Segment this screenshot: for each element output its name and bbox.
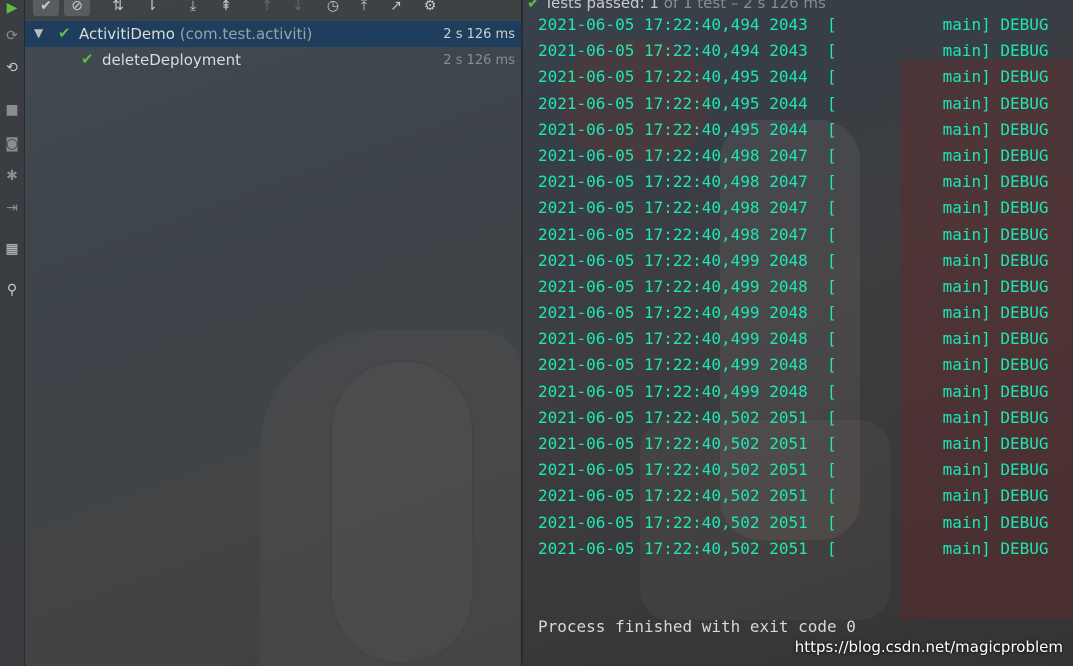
stop-icon[interactable]: ■ — [0, 98, 24, 122]
next-failed-icon[interactable]: ↓ — [285, 0, 311, 16]
log-line: 2021-06-05 17:22:40,498 2047 [ main] DEB… — [538, 172, 1049, 192]
log-line: 2021-06-05 17:22:40,502 2051 [ main] DEB… — [538, 460, 1049, 480]
test-toolbar: ✔ ⊘ ⇅ ⇂ ⤓ ⇞ ↑ ↓ ◷ ⤒ ↗ ⚙ — [25, 0, 521, 20]
status-detail: of 1 test – 2 s 126 ms — [663, 0, 826, 12]
show-passed-icon[interactable]: ✔ — [33, 0, 59, 16]
collapse-all-icon[interactable]: ⇞ — [213, 0, 239, 16]
passed-check-icon: ✔ — [81, 50, 94, 68]
log-lines: 2021-06-05 17:22:40,494 2043 [ main] DEB… — [538, 12, 1049, 562]
test-status: ✔ Tests passed: 1 of 1 test – 2 s 126 ms — [527, 0, 826, 12]
log-line: 2021-06-05 17:22:40,498 2047 [ main] DEB… — [538, 198, 1049, 218]
log-line: 2021-06-05 17:22:40,502 2051 [ main] DEB… — [538, 538, 1049, 558]
log-line: 2021-06-05 17:22:40,499 2048 [ main] DEB… — [538, 276, 1049, 296]
log-line: 2021-06-05 17:22:40,502 2051 [ main] DEB… — [538, 407, 1049, 427]
log-line: 2021-06-05 17:22:40,495 2044 [ main] DEB… — [538, 67, 1049, 87]
log-line: 2021-06-05 17:22:40,499 2048 [ main] DEB… — [538, 329, 1049, 349]
debug-icon[interactable]: ✱ — [0, 164, 24, 188]
passed-check-icon: ✔ — [58, 24, 71, 42]
sort-duration-icon[interactable]: ⇂ — [139, 0, 165, 16]
settings-icon[interactable]: ⚙ — [417, 0, 443, 16]
tree-row-test[interactable]: ✔ deleteDeployment 2 s 126 ms — [25, 47, 521, 73]
log-line: 2021-06-05 17:22:40,495 2044 [ main] DEB… — [538, 119, 1049, 139]
show-ignored-icon[interactable]: ⊘ — [64, 0, 90, 16]
log-line: 2021-06-05 17:22:40,502 2051 [ main] DEB… — [538, 434, 1049, 453]
exit-message: Process finished with exit code 0 — [538, 617, 856, 636]
test-duration: 2 s 126 ms — [443, 53, 515, 68]
watermark: https://blog.csdn.net/magicproblem — [794, 638, 1063, 656]
suite-name: ActivitiDemo — [79, 25, 175, 43]
log-line: 2021-06-05 17:22:40,499 2048 [ main] DEB… — [538, 303, 1049, 323]
status-count: 1 — [649, 0, 659, 12]
exit-icon[interactable]: ⇥ — [0, 196, 24, 220]
log-line: 2021-06-05 17:22:40,495 2044 [ main] DEB… — [538, 93, 1049, 113]
console-output[interactable]: 2021-06-05 17:22:40,494 2043 [ main] DEB… — [523, 0, 1073, 666]
log-line: 2021-06-05 17:22:40,498 2047 [ main] DEB… — [538, 145, 1049, 165]
suite-package: (com.test.activiti) — [179, 25, 313, 43]
log-line: 2021-06-05 17:22:40,494 2043 [ main] DEB… — [538, 15, 1049, 34]
status-check-icon: ✔ — [527, 0, 540, 12]
prev-failed-icon[interactable]: ↑ — [254, 0, 280, 16]
test-name: deleteDeployment — [102, 51, 242, 69]
expand-all-icon[interactable]: ⤓ — [180, 0, 206, 16]
camera-icon[interactable]: ◙ — [0, 132, 24, 156]
rerun-icon[interactable]: ▶ — [0, 0, 24, 20]
import-icon[interactable]: ⤒ — [351, 0, 377, 16]
log-line: 2021-06-05 17:22:40,499 2048 [ main] DEB… — [538, 355, 1049, 375]
log-line: 2021-06-05 17:22:40,499 2048 [ main] DEB… — [538, 381, 1049, 401]
collapse-arrow-icon[interactable]: ▼ — [34, 26, 43, 40]
suite-duration: 2 s 126 ms — [443, 27, 515, 42]
test-tree: ▼ ✔ ActivitiDemo (com.test.activiti) 2 s… — [25, 20, 521, 666]
pin-icon[interactable]: ⚲ — [0, 278, 24, 302]
left-tool-strip: ▶ ⟳ ⟲ ■ ◙ ✱ ⇥ ▦ ⚲ — [0, 0, 25, 666]
export-icon[interactable]: ↗ — [383, 0, 409, 16]
history-icon[interactable]: ◷ — [320, 0, 346, 16]
log-line: 2021-06-05 17:22:40,499 2048 [ main] DEB… — [538, 250, 1049, 270]
log-line: 2021-06-05 17:22:40,502 2051 [ main] DEB… — [538, 512, 1049, 532]
status-label: Tests passed: — [544, 0, 645, 12]
log-line: 2021-06-05 17:22:40,502 2051 [ main] DEB… — [538, 486, 1049, 506]
log-line: 2021-06-05 17:22:40,498 2047 [ main] DEB… — [538, 224, 1049, 244]
toggle-auto-test-icon[interactable]: ⟲ — [0, 56, 24, 80]
rerun-failed-icon[interactable]: ⟳ — [0, 24, 24, 48]
log-line: 2021-06-05 17:22:40,494 2043 [ main] DEB… — [538, 41, 1049, 61]
sort-alpha-icon[interactable]: ⇅ — [105, 0, 131, 16]
tree-row-suite[interactable]: ▼ ✔ ActivitiDemo (com.test.activiti) 2 s… — [25, 21, 521, 47]
layout-icon[interactable]: ▦ — [0, 237, 24, 261]
